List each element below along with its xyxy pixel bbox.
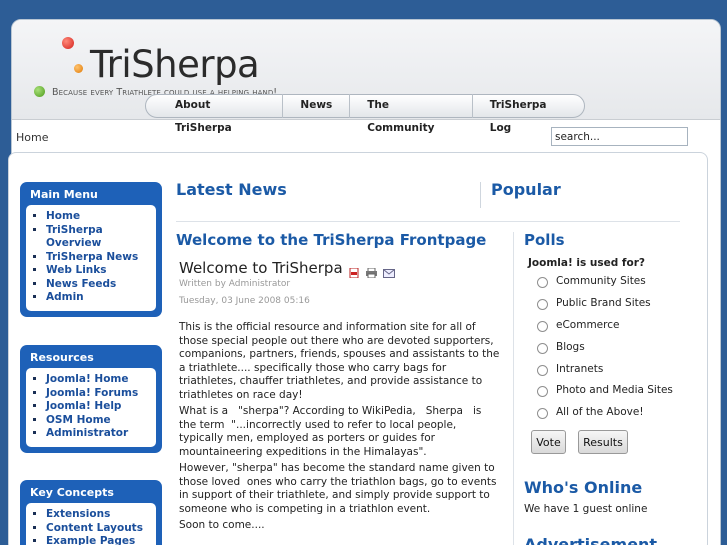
logo-green-dot-icon xyxy=(34,86,45,97)
nav-item-about[interactable]: About TriSherpa xyxy=(158,94,284,134)
frontpage-title[interactable]: Welcome to the TriSherpa Frontpage xyxy=(176,231,486,249)
poll-option[interactable]: Intranets xyxy=(537,362,603,376)
menu-item-news-feeds[interactable]: News Feeds xyxy=(46,278,152,292)
poll-radio[interactable] xyxy=(537,299,548,310)
logo-orange-dot-icon xyxy=(74,64,83,73)
menu-item-admin[interactable]: Admin xyxy=(46,291,152,305)
pdf-icon[interactable] xyxy=(349,264,359,278)
article-title-text: Welcome to TriSherpa xyxy=(179,259,343,277)
menu-item-overview[interactable]: TriSherpa Overview xyxy=(46,224,152,251)
column-divider xyxy=(480,182,481,208)
poll-radio[interactable] xyxy=(537,408,548,419)
main-nav: About TriSherpa News The Community TriSh… xyxy=(145,94,585,134)
menu-item-news[interactable]: TriSherpa News xyxy=(46,251,152,265)
resources-list: Joomla! Home Joomla! Forums Joomla! Help… xyxy=(26,368,156,447)
menu-item-home[interactable]: Home xyxy=(46,210,152,224)
resource-joomla-home[interactable]: Joomla! Home xyxy=(46,373,152,387)
poll-radio[interactable] xyxy=(537,277,548,288)
poll-option[interactable]: Blogs xyxy=(537,340,585,354)
logo-title[interactable]: TriSherpa xyxy=(90,46,260,83)
main-menu-module: Main Menu Home TriSherpa Overview TriShe… xyxy=(20,182,162,317)
poll-option[interactable]: Public Brand Sites xyxy=(537,296,651,310)
article-date: Tuesday, 03 June 2008 05:16 xyxy=(179,296,310,306)
poll-option-label: eCommerce xyxy=(556,319,620,331)
email-icon[interactable] xyxy=(382,264,395,278)
poll-question: Joomla! is used for? xyxy=(528,257,645,269)
article-author: Written by Administrator xyxy=(179,279,291,289)
whos-online-text: We have 1 guest online xyxy=(524,503,648,515)
poll-radio[interactable] xyxy=(537,365,548,376)
popular-heading: Popular xyxy=(491,180,561,199)
vote-button[interactable]: Vote xyxy=(531,430,566,454)
main-menu-title: Main Menu xyxy=(30,188,98,201)
main-column-divider xyxy=(513,232,514,545)
logo-red-dot-icon xyxy=(62,37,74,49)
article-paragraph: What is a "sherpa"? According to WikiPed… xyxy=(179,405,482,458)
main-menu-list: Home TriSherpa Overview TriSherpa News W… xyxy=(26,205,156,311)
key-concepts-module: Key Concepts Extensions Content Layouts … xyxy=(20,480,162,545)
article-body: This is the official resource and inform… xyxy=(179,321,501,536)
print-icon[interactable] xyxy=(366,264,378,278)
article-paragraph: However, "sherpa" has become the standar… xyxy=(179,462,497,515)
concept-extensions[interactable]: Extensions xyxy=(46,508,152,522)
poll-option-label: Blogs xyxy=(556,341,585,353)
poll-option[interactable]: eCommerce xyxy=(537,318,619,332)
poll-radio[interactable] xyxy=(537,386,548,397)
poll-option-label: Photo and Media Sites xyxy=(556,384,673,396)
menu-item-web-links[interactable]: Web Links xyxy=(46,264,152,278)
resource-joomla-forums[interactable]: Joomla! Forums xyxy=(46,387,152,401)
poll-option[interactable]: Community Sites xyxy=(537,274,646,288)
polls-heading: Polls xyxy=(524,231,565,249)
article-title: Welcome to TriSherpa xyxy=(179,259,395,278)
nav-item-log[interactable]: TriSherpa Log xyxy=(473,94,584,134)
resources-title: Resources xyxy=(30,351,94,364)
nav-item-community[interactable]: The Community xyxy=(350,94,473,134)
advertisement-heading: Advertisement xyxy=(524,535,658,545)
latest-news-heading: Latest News xyxy=(176,180,287,199)
section-separator xyxy=(176,221,680,222)
concept-content-layouts[interactable]: Content Layouts xyxy=(46,522,152,536)
resource-osm-home[interactable]: OSM Home xyxy=(46,414,152,428)
search-input[interactable] xyxy=(551,127,688,146)
poll-option[interactable]: Photo and Media Sites xyxy=(537,383,673,397)
poll-option[interactable]: All of the Above! xyxy=(537,405,644,419)
poll-radio[interactable] xyxy=(537,321,548,332)
key-concepts-title: Key Concepts xyxy=(30,486,114,499)
poll-option-label: Public Brand Sites xyxy=(556,297,651,309)
poll-radio[interactable] xyxy=(537,343,548,354)
whos-online-heading: Who's Online xyxy=(524,478,643,497)
breadcrumb[interactable]: Home xyxy=(16,131,48,144)
poll-option-label: Intranets xyxy=(556,363,604,375)
article-paragraph: This is the official resource and inform… xyxy=(179,321,500,401)
nav-item-news[interactable]: News xyxy=(283,94,351,118)
resource-administrator[interactable]: Administrator xyxy=(46,427,152,441)
resources-module: Resources Joomla! Home Joomla! Forums Jo… xyxy=(20,345,162,453)
resource-joomla-help[interactable]: Joomla! Help xyxy=(46,400,152,414)
poll-option-label: Community Sites xyxy=(556,275,646,287)
article-paragraph: Soon to come.... xyxy=(179,519,265,531)
key-concepts-list: Extensions Content Layouts Example Pages xyxy=(26,503,156,545)
concept-example-pages[interactable]: Example Pages xyxy=(46,535,152,545)
results-button[interactable]: Results xyxy=(578,430,628,454)
poll-option-label: All of the Above! xyxy=(556,406,644,418)
